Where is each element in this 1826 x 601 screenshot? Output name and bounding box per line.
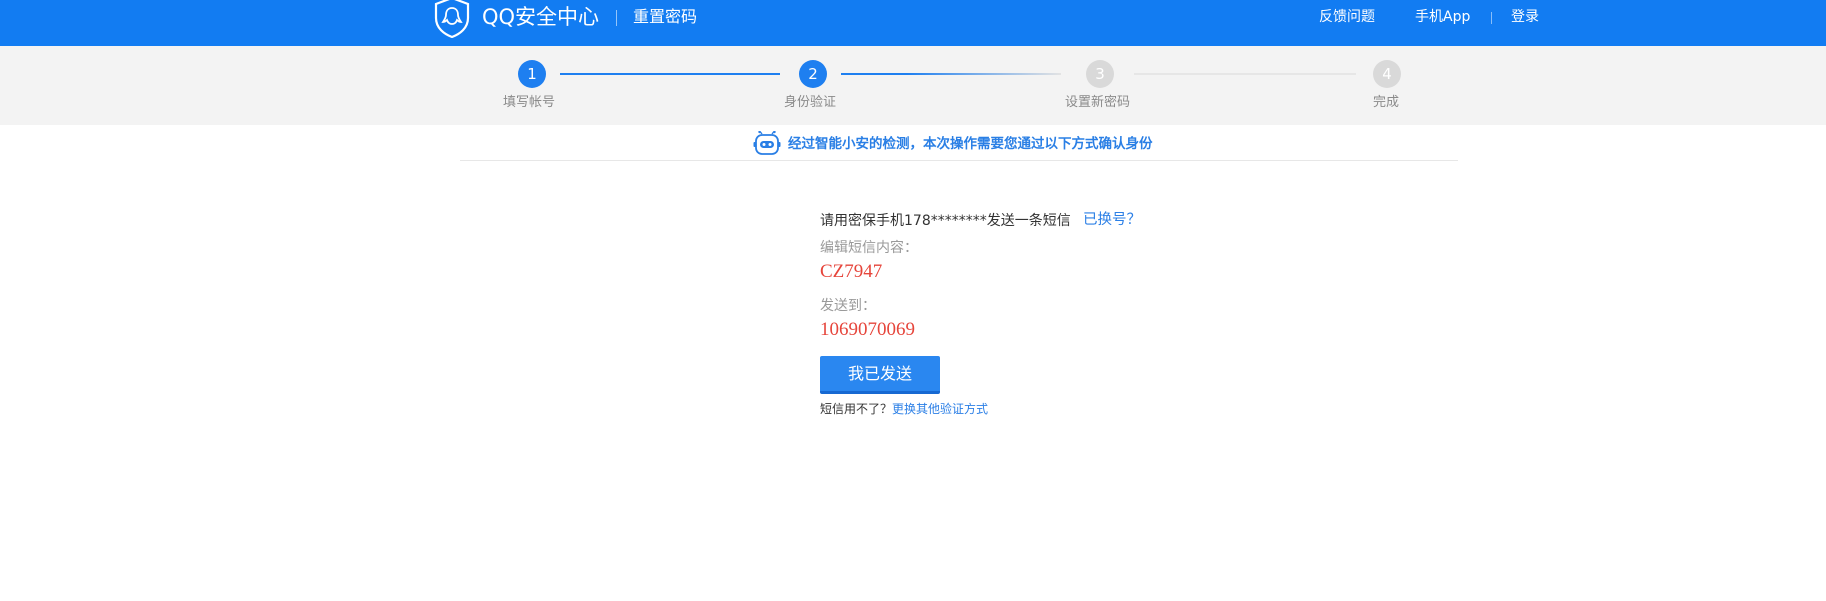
sms-sent-button[interactable]: 我已发送: [820, 356, 940, 394]
sms-instruction: 请用密保手机178********发送一条短信: [820, 213, 1071, 229]
sms-verification-panel: 请用密保手机178********发送一条短信 已换号？ 编辑短信内容： CZ7…: [820, 208, 1240, 428]
sms-content-label: 编辑短信内容：: [820, 240, 918, 256]
sms-content-value: CZ7947: [820, 261, 883, 282]
sms-unavailable-row: 短信用不了？更换其他验证方式: [820, 401, 988, 417]
changed-number-link[interactable]: 已换号？: [1083, 211, 1141, 229]
step-connector-3-4: [1134, 73, 1356, 75]
step-1-label: 填写帐号: [503, 95, 556, 110]
robot-icon: [753, 131, 781, 155]
sms-unavailable-question: 短信用不了？: [820, 402, 893, 416]
brand-name[interactable]: QQ安全中心: [482, 4, 599, 30]
nav-mobile-app-link[interactable]: 手机App: [1415, 8, 1470, 26]
step-1-dot: 1: [518, 60, 546, 88]
step-4-dot: 4: [1373, 60, 1401, 88]
identity-notice-bar: 经过智能小安的检测，本次操作需要您通过以下方式确认身份: [460, 128, 1458, 161]
step-connector-2-3: [841, 73, 1061, 75]
nav-feedback-link[interactable]: 反馈问题: [1319, 8, 1375, 26]
step-2-label: 身份验证: [784, 95, 837, 110]
send-to-number: 1069070069: [820, 319, 915, 340]
qq-shield-logo-icon[interactable]: [432, 0, 472, 38]
step-connector-1-2: [560, 73, 780, 75]
change-verification-method-link[interactable]: 更换其他验证方式: [892, 402, 988, 416]
top-header: QQ安全中心 重置密码 反馈问题 手机App 登录: [0, 0, 1826, 46]
step-3-dot: 3: [1086, 60, 1114, 88]
step-4-label: 完成: [1373, 95, 1400, 110]
step-2-dot: 2: [799, 60, 827, 88]
notice-text: 经过智能小安的检测，本次操作需要您通过以下方式确认身份: [788, 136, 1153, 152]
send-to-label: 发送到：: [820, 298, 876, 314]
progress-stepper: 1 填写帐号 2 身份验证 3 设置新密码 4 完成: [0, 46, 1826, 125]
page-title: 重置密码: [633, 7, 698, 26]
nav-login-link[interactable]: 登录: [1511, 8, 1539, 26]
header-divider: [616, 10, 617, 26]
nav-divider: [1491, 12, 1492, 24]
step-3-label: 设置新密码: [1065, 95, 1131, 110]
